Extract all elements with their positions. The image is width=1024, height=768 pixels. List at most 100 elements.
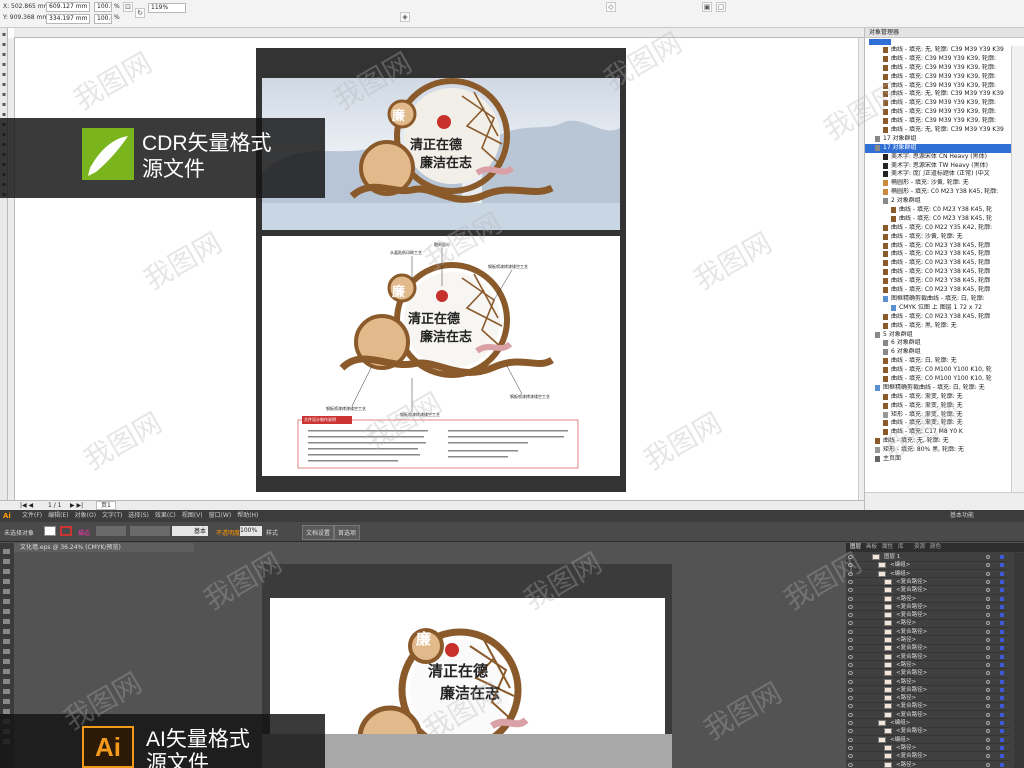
object-row[interactable]: 曲线 - 填充: C0 M100 Y100 K10, 轮 bbox=[865, 366, 1011, 375]
menu-item[interactable]: 效果(C) bbox=[155, 510, 176, 522]
menu-item[interactable]: 对象(O) bbox=[75, 510, 96, 522]
target-icon[interactable] bbox=[986, 737, 990, 742]
object-row[interactable]: 曲线 - 填充: C0 M23 Y38 K45, 轮廓 bbox=[865, 286, 1011, 295]
object-row[interactable]: 曲线 - 填充: 渐变, 轮廓: 无 bbox=[865, 419, 1011, 428]
object-row[interactable]: 6 对象群组 bbox=[865, 339, 1011, 348]
tool-icon[interactable] bbox=[3, 669, 10, 674]
object-row[interactable]: 曲线 - 填充: C0 M23 Y38 K45, 轮廓 bbox=[865, 259, 1011, 268]
selection-indicator[interactable] bbox=[1000, 555, 1004, 559]
eye-icon[interactable] bbox=[848, 571, 853, 576]
menu-item[interactable]: 帮助(H) bbox=[237, 510, 258, 522]
menu-item[interactable]: 视图(V) bbox=[182, 510, 203, 522]
docker-tabs[interactable] bbox=[1011, 46, 1024, 492]
selection-indicator[interactable] bbox=[1000, 579, 1004, 584]
object-row[interactable]: 曲线 - 填充: 无, 轮廓: C39 M39 Y39 K39 bbox=[865, 46, 1011, 55]
object-row[interactable]: 图框精确剪裁曲线 - 填充: 白, 轮廓: 无 bbox=[865, 384, 1011, 393]
panel-tab[interactable]: 画板 bbox=[866, 543, 877, 552]
layer-row[interactable]: <复合路径> bbox=[846, 711, 1010, 720]
eye-icon[interactable] bbox=[848, 762, 853, 767]
menu-item[interactable]: 文件(F) bbox=[22, 510, 42, 522]
eye-icon[interactable] bbox=[848, 613, 853, 618]
selection-indicator[interactable] bbox=[1000, 696, 1004, 701]
eye-icon[interactable] bbox=[848, 737, 853, 742]
panel-tab[interactable]: 属性 bbox=[882, 543, 893, 552]
object-row[interactable]: 美术字: 庞门正道标题体 (正常) (中文 bbox=[865, 170, 1011, 179]
target-icon[interactable] bbox=[986, 596, 990, 601]
object-row[interactable]: 17 对象群组 bbox=[865, 135, 1011, 144]
layer-row[interactable]: <编组> bbox=[846, 719, 1010, 728]
selection-indicator[interactable] bbox=[1000, 712, 1004, 717]
object-row[interactable]: 曲线 - 填充: 渐变, 轮廓: 无 bbox=[865, 402, 1011, 411]
scale-y-field[interactable]: 100.0 bbox=[94, 14, 112, 24]
layer-row[interactable]: <路径> bbox=[846, 761, 1010, 768]
selection-indicator[interactable] bbox=[1000, 571, 1004, 576]
selection-indicator[interactable] bbox=[1000, 679, 1004, 684]
y-coord[interactable]: Y: 909.368 mm bbox=[3, 14, 48, 22]
object-row[interactable]: 美术字: 思源宋体 CN Heavy (黑体) bbox=[865, 153, 1011, 162]
selection-indicator[interactable] bbox=[1000, 588, 1004, 593]
layer-row[interactable]: <复合路径> bbox=[846, 669, 1010, 678]
menu-item[interactable]: 窗口(W) bbox=[209, 510, 232, 522]
pointer-icon[interactable]: ▪ bbox=[1, 32, 7, 38]
layer-row[interactable]: <复合路径> bbox=[846, 653, 1010, 662]
tool-icon[interactable] bbox=[3, 589, 10, 594]
object-row[interactable]: 曲线 - 填充: C0 M23 Y38 K45, 轮廓 bbox=[865, 242, 1011, 251]
target-icon[interactable] bbox=[986, 671, 990, 676]
eye-icon[interactable] bbox=[848, 754, 853, 759]
zoom-level[interactable]: 119% bbox=[148, 3, 186, 13]
eye-icon[interactable] bbox=[848, 721, 853, 725]
scale-x-field[interactable]: 100.0 bbox=[94, 2, 112, 12]
layer-row[interactable]: <复合路径> bbox=[846, 586, 1010, 595]
selection-indicator[interactable] bbox=[1000, 621, 1004, 626]
menu-item[interactable]: 编辑(E) bbox=[48, 510, 68, 522]
eye-icon[interactable] bbox=[848, 555, 853, 559]
layer-row[interactable]: <复合路径> bbox=[846, 603, 1010, 612]
target-icon[interactable] bbox=[986, 762, 990, 767]
crop-icon[interactable]: ▪ bbox=[1, 52, 7, 58]
target-icon[interactable] bbox=[986, 696, 990, 701]
document-setup-button[interactable]: 文档设置 bbox=[302, 525, 335, 540]
layer-row[interactable]: <复合路径> bbox=[846, 727, 1010, 736]
layer-row[interactable]: <复合路径> bbox=[846, 686, 1010, 695]
eye-icon[interactable] bbox=[848, 704, 853, 709]
eye-icon[interactable] bbox=[848, 662, 853, 667]
rotate-icon[interactable]: ↻ bbox=[135, 8, 145, 18]
selection-indicator[interactable] bbox=[1000, 596, 1004, 601]
stroke-weight-field[interactable] bbox=[96, 526, 126, 536]
object-row[interactable]: CMYK 位图 上 图层 1 72 x 72 bbox=[865, 304, 1011, 313]
object-row[interactable]: 5 对象群组 bbox=[865, 331, 1011, 340]
selection-indicator[interactable] bbox=[1000, 754, 1004, 759]
eye-icon[interactable] bbox=[848, 696, 853, 701]
object-row[interactable]: 6 对象群组 bbox=[865, 348, 1011, 357]
ellipse-icon[interactable]: ▪ bbox=[1, 102, 7, 108]
layer-row[interactable]: <路径> bbox=[846, 636, 1010, 645]
wireframe-icon[interactable]: ◈ bbox=[400, 12, 410, 22]
object-row[interactable]: 曲线 - 填充: C0 M23 Y38 K45, 轮廓 bbox=[865, 268, 1011, 277]
object-row[interactable]: 图框精确剪裁曲线 - 填充: 白, 轮廓: bbox=[865, 295, 1011, 304]
object-row[interactable]: 曲线 - 填充: C0 M23 Y38 K45, 轮廓 bbox=[865, 250, 1011, 259]
layer-row[interactable]: <编组> bbox=[846, 570, 1010, 579]
object-row[interactable]: 曲线 - 填充: C0 M23 Y38 K45, 轮 bbox=[865, 215, 1011, 224]
object-row[interactable]: 2 对象群组 bbox=[865, 197, 1011, 206]
page-tab[interactable]: 页1 bbox=[96, 501, 116, 510]
fill-swatch[interactable] bbox=[44, 526, 56, 536]
target-icon[interactable] bbox=[986, 654, 990, 659]
lock-icon[interactable]: ▣ bbox=[702, 2, 712, 12]
tool-icon[interactable] bbox=[3, 629, 10, 634]
target-icon[interactable] bbox=[986, 662, 990, 667]
object-row[interactable]: 曲线 - 填充: C39 M39 Y39 K39, 轮廓: bbox=[865, 108, 1011, 117]
eye-icon[interactable] bbox=[848, 563, 853, 568]
target-icon[interactable] bbox=[986, 754, 990, 759]
eye-icon[interactable] bbox=[848, 588, 853, 593]
object-row[interactable]: 美术字: 思源宋体 TW Heavy (黑体) bbox=[865, 162, 1011, 171]
eye-icon[interactable] bbox=[848, 629, 853, 634]
layer-row[interactable]: <复合路径> bbox=[846, 752, 1010, 761]
layer-row[interactable]: <复合路径> bbox=[846, 628, 1010, 637]
eye-icon[interactable] bbox=[848, 604, 853, 609]
eye-icon[interactable] bbox=[848, 654, 853, 659]
object-row[interactable]: 主页面 bbox=[865, 455, 1011, 464]
selection-indicator[interactable] bbox=[1000, 737, 1004, 742]
target-icon[interactable] bbox=[986, 629, 990, 634]
eye-icon[interactable] bbox=[848, 745, 853, 750]
stroke-swatch[interactable] bbox=[60, 526, 72, 536]
